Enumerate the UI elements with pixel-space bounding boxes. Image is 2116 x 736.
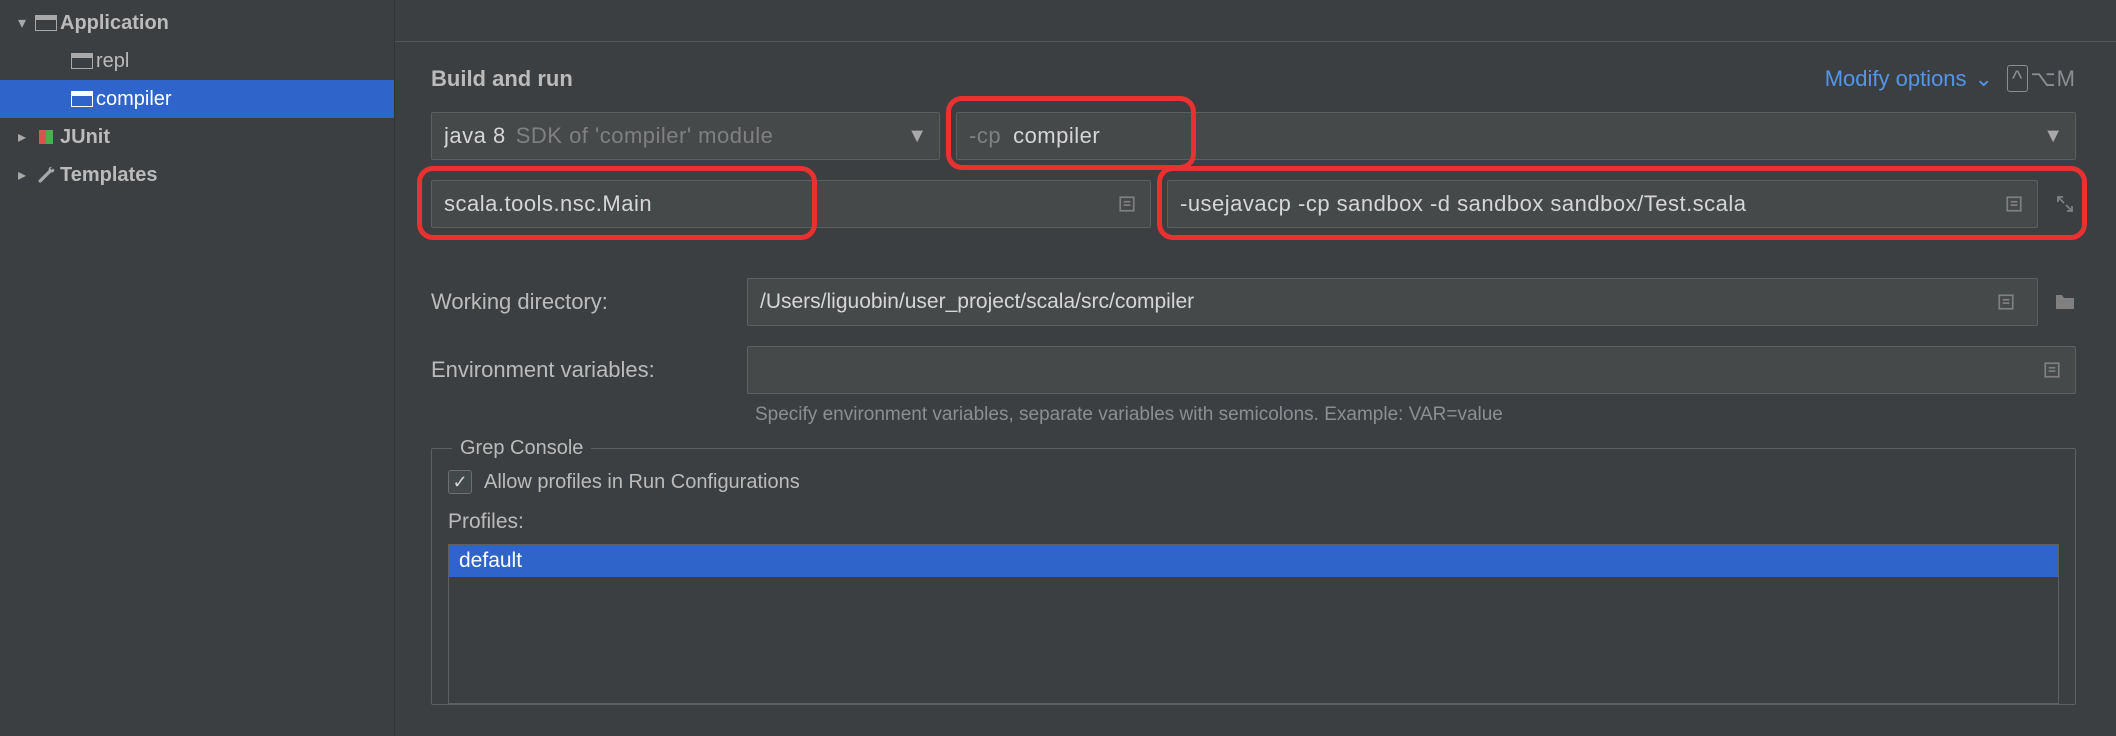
history-icon[interactable] <box>1995 291 2017 313</box>
profiles-list[interactable]: default <box>448 544 2059 704</box>
tree-node-repl[interactable]: repl <box>0 42 394 80</box>
tree-node-application[interactable]: ▾ Application <box>0 4 394 42</box>
tree-label: JUnit <box>60 126 110 149</box>
program-arguments-field[interactable]: -usejavacp -cp sandbox -d sandbox sandbo… <box>1167 180 2038 228</box>
tree-label: repl <box>96 50 129 73</box>
wrench-icon <box>32 165 60 185</box>
chevron-right-icon: ▸ <box>12 165 32 185</box>
tree-node-templates[interactable]: ▸ Templates <box>0 156 394 194</box>
env-vars-label: Environment variables: <box>431 357 731 383</box>
dropdown-caret-icon: ▼ <box>2043 125 2063 148</box>
tree-label: compiler <box>96 88 172 111</box>
tree-label: Application <box>60 12 169 35</box>
keyboard-shortcut: ^⌥M <box>2007 66 2076 92</box>
jdk-selector[interactable]: java 8 SDK of 'compiler' module ▼ <box>431 112 940 160</box>
run-config-tree: ▾ Application repl compiler ▸ <box>0 0 395 736</box>
tree-label: Templates <box>60 164 157 187</box>
profile-item[interactable]: default <box>449 545 2058 577</box>
working-dir-label: Working directory: <box>431 289 731 315</box>
section-title: Build and run <box>431 66 573 92</box>
dropdown-caret-icon: ▼ <box>907 125 927 148</box>
fieldset-legend: Grep Console <box>452 437 591 460</box>
history-icon[interactable] <box>2003 193 2025 215</box>
chevron-right-icon: ▸ <box>12 127 32 147</box>
allow-profiles-checkbox[interactable]: ✓ <box>448 470 472 494</box>
expand-icon[interactable] <box>2054 193 2076 215</box>
environment-variables-field[interactable] <box>747 346 2076 394</box>
working-directory-field[interactable]: /Users/liguobin/user_project/scala/src/c… <box>747 278 2038 326</box>
folder-icon[interactable] <box>2054 291 2076 313</box>
classpath-selector[interactable]: -cp compiler ▼ <box>956 112 2076 160</box>
grep-console-group: Grep Console ✓ Allow profiles in Run Con… <box>431 448 2076 705</box>
history-icon[interactable] <box>1116 193 1138 215</box>
config-panel: Build and run Modify options ⌄ ^⌥M java … <box>395 0 2116 736</box>
tree-node-junit[interactable]: ▸ JUnit <box>0 118 394 156</box>
tree-node-compiler[interactable]: compiler <box>0 80 394 118</box>
modify-options-link[interactable]: Modify options ⌄ <box>1825 66 1993 92</box>
checkbox-label: Allow profiles in Run Configurations <box>484 471 800 494</box>
application-icon <box>32 15 60 31</box>
history-icon[interactable] <box>2041 359 2063 381</box>
chevron-down-icon: ▾ <box>12 13 32 33</box>
application-icon <box>68 91 96 107</box>
application-icon <box>68 53 96 69</box>
junit-icon <box>32 127 60 147</box>
profiles-label: Profiles: <box>448 510 2059 534</box>
chevron-down-icon: ⌄ <box>1975 66 1993 92</box>
main-class-field[interactable]: scala.tools.nsc.Main <box>431 180 1151 228</box>
env-vars-hint: Specify environment variables, separate … <box>731 404 2076 426</box>
